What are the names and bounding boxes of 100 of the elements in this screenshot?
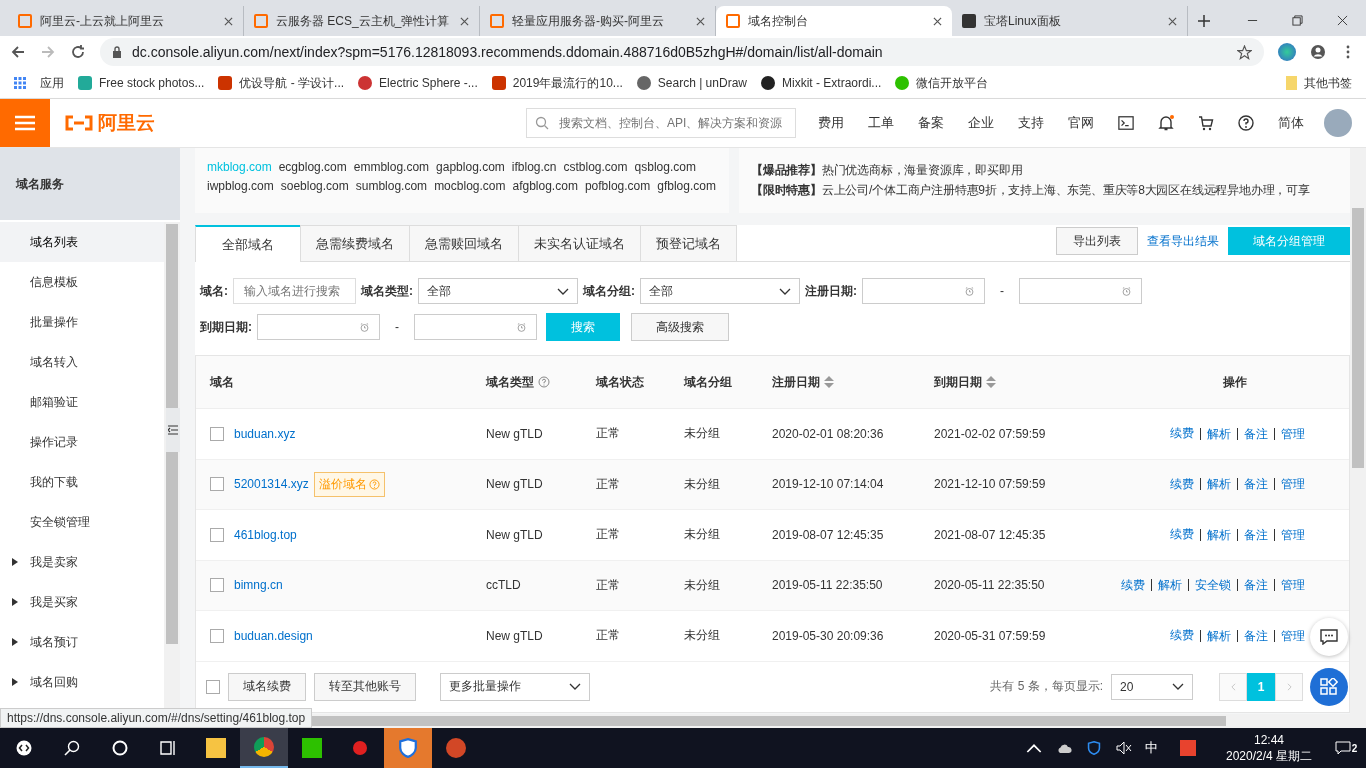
view-export-link[interactable]: 查看导出结果 [1147, 232, 1219, 250]
close-icon[interactable] [696, 16, 705, 26]
action-link[interactable]: 解析 [1200, 427, 1231, 440]
domain-suggestion[interactable]: gfblog.com [657, 179, 716, 193]
clock-date[interactable]: 2020/2/4 星期二 [1225, 748, 1312, 764]
nav-link[interactable]: 费用 [818, 114, 844, 132]
date-field[interactable] [257, 314, 380, 340]
domain-suggestion[interactable]: soeblog.com [280, 179, 349, 193]
checkbox[interactable] [210, 426, 224, 441]
bookmark[interactable]: Electric Sphere -... [358, 76, 478, 90]
shield-icon[interactable] [1085, 741, 1102, 755]
select-all-checkbox[interactable] [206, 679, 220, 694]
batch-button[interactable]: 域名续费 [228, 672, 306, 701]
close-icon[interactable] [1337, 15, 1348, 26]
action-link[interactable]: 解析 [1151, 579, 1182, 592]
bookmark-folder[interactable]: 其他书签 [1286, 74, 1352, 92]
domain-search-field[interactable]: 输入域名进行搜索 [233, 278, 356, 304]
action-link[interactable]: 管理 [1274, 478, 1305, 491]
date-field[interactable] [862, 278, 985, 304]
muted-speaker-icon[interactable] [1115, 741, 1132, 755]
nav-link[interactable]: 工单 [868, 114, 894, 132]
scrollbar-thumb[interactable] [1352, 208, 1364, 468]
type-select[interactable]: 全部 [418, 278, 578, 304]
action-link[interactable]: 续费 [1170, 475, 1194, 493]
sort-icon[interactable] [986, 376, 996, 388]
action-link[interactable]: 解析 [1200, 478, 1231, 491]
action-link[interactable]: 管理 [1274, 427, 1305, 440]
action-link[interactable]: 备注 [1237, 478, 1268, 491]
address-bar[interactable]: dc.console.aliyun.com/next/index?spm=5176.12818093.recommends.ddomain.488716d0B5zhgH#/domain/list/all-domain [100, 38, 1264, 66]
action-link[interactable]: 续费 [1170, 526, 1194, 544]
search-field[interactable]: 搜索文档、控制台、API、解决方案和资源 [526, 108, 796, 138]
domain-suggestion[interactable]: cstblog.com [563, 160, 628, 174]
checkbox[interactable] [210, 628, 224, 643]
checkbox[interactable] [210, 578, 224, 593]
browser-tab[interactable]: 域名控制台 [716, 6, 952, 36]
action-link[interactable]: 续费 [1170, 627, 1194, 645]
action-link[interactable]: 备注 [1237, 528, 1268, 541]
nav-link[interactable]: 备案 [918, 114, 944, 132]
group-select[interactable]: 全部 [640, 278, 800, 304]
domain-link[interactable]: 461blog.top [234, 527, 297, 542]
bookmark[interactable]: 微信开放平台 [895, 74, 989, 92]
reload-icon[interactable] [70, 44, 86, 60]
sort-icon[interactable] [824, 376, 834, 388]
date-field[interactable] [1019, 278, 1142, 304]
shield-icon[interactable] [384, 728, 432, 768]
close-icon[interactable] [460, 16, 469, 26]
input-method-indicator[interactable]: 中 [1144, 739, 1158, 757]
new-tab-icon[interactable] [1198, 15, 1210, 27]
action-link[interactable]: 解析 [1200, 629, 1231, 642]
close-icon[interactable] [1168, 16, 1177, 26]
tab[interactable]: 急需续费域名 [300, 225, 410, 261]
domain-suggestion[interactable]: afgblog.com [512, 179, 578, 193]
apps-icon[interactable] [14, 77, 26, 89]
export-button[interactable]: 导出列表 [1056, 227, 1138, 255]
domain-suggestion[interactable]: pofblog.com [584, 179, 651, 193]
domain-suggestion[interactable]: ecgblog.com [278, 160, 347, 174]
scrollbar-thumb[interactable] [166, 224, 178, 644]
profile-icon[interactable] [1310, 44, 1326, 60]
tab[interactable]: 全部域名 [195, 225, 301, 262]
star-icon[interactable] [1237, 44, 1252, 60]
cart-icon[interactable] [1198, 115, 1214, 131]
batch-button[interactable]: 转至其他账号 [314, 672, 416, 701]
bookmark[interactable]: Search | unDraw [636, 76, 747, 90]
domain-link[interactable]: buduan.design [234, 628, 313, 643]
domain-suggestion[interactable]: sumblog.com [355, 179, 428, 193]
advanced-search-button[interactable]: 高级搜索 [631, 313, 729, 341]
domain-suggestion[interactable]: emmblog.com [353, 160, 430, 174]
bookmark[interactable]: Free stock photos... [78, 76, 205, 90]
restore-icon[interactable] [1292, 15, 1303, 26]
action-link[interactable]: 管理 [1274, 528, 1305, 541]
domain-suggestion[interactable]: ifblog.cn [511, 160, 557, 174]
action-link[interactable]: 管理 [1274, 579, 1305, 592]
bookmark[interactable]: 2019年最流行的10... [491, 74, 623, 92]
clock-time[interactable]: 12:44 [1253, 732, 1284, 748]
extension-icon[interactable] [1278, 43, 1296, 61]
checkbox[interactable] [210, 527, 224, 542]
action-link[interactable]: 备注 [1237, 579, 1268, 592]
nav-link[interactable]: 支持 [1018, 114, 1044, 132]
domain-link[interactable]: 52001314.xyz [234, 477, 309, 492]
sidebar-item[interactable]: 域名列表 [0, 222, 164, 262]
tab[interactable]: 急需赎回域名 [409, 225, 519, 261]
tab[interactable]: 未实名认证域名 [518, 225, 641, 261]
notification-button[interactable]: 2 [1326, 741, 1366, 755]
collapse-sidebar-button[interactable] [166, 408, 180, 452]
domain-suggestion[interactable]: iwpblog.com [207, 179, 274, 193]
action-link[interactable]: 安全锁 [1188, 579, 1231, 592]
page-size-select[interactable]: 20 [1111, 673, 1193, 700]
action-link[interactable]: 管理 [1274, 629, 1305, 642]
date-field[interactable] [414, 314, 537, 340]
domain-suggestion[interactable]: gapblog.com [436, 160, 505, 174]
domain-suggestion[interactable]: qsblog.com [634, 160, 696, 174]
domain-link[interactable]: buduan.xyz [234, 426, 296, 441]
tab[interactable]: 预登记域名 [640, 225, 737, 261]
batch-select[interactable]: 更多批量操作 [440, 672, 590, 701]
close-icon[interactable] [224, 16, 233, 26]
nav-link[interactable]: 官网 [1068, 114, 1094, 132]
action-link[interactable]: 续费 [1121, 576, 1145, 594]
help-icon[interactable] [1238, 115, 1254, 131]
close-icon[interactable] [933, 16, 942, 26]
action-link[interactable]: 续费 [1170, 425, 1194, 443]
